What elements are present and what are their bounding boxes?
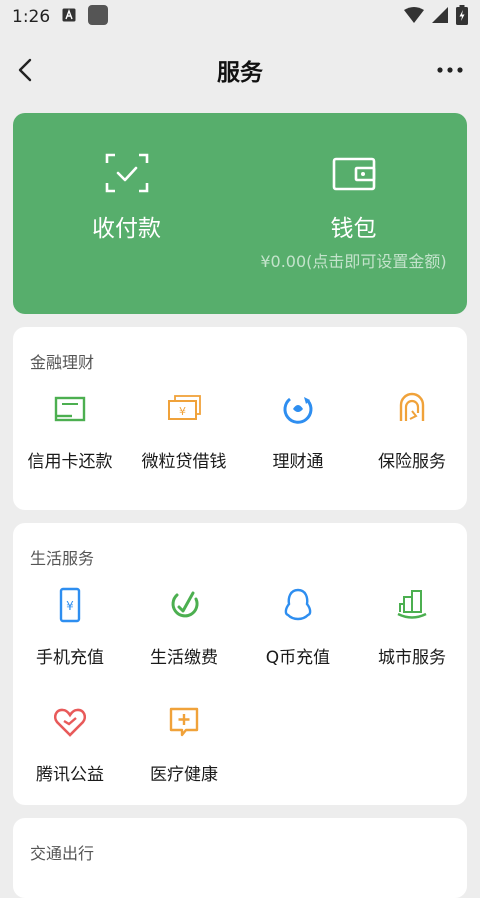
item-label: 医疗健康: [150, 765, 218, 785]
more-button[interactable]: [434, 58, 466, 82]
section-title: 生活服务: [30, 549, 95, 568]
credit-card-icon: [54, 396, 86, 422]
city-services-item[interactable]: 城市服务: [355, 587, 469, 668]
nav-bar: 服务: [0, 34, 480, 106]
item-label: 信用卡还款: [27, 452, 113, 472]
section-title: 金融理财: [30, 353, 95, 372]
section-life-services: 生活服务 ¥ 手机充值 生活缴费 Q币充值 城市服务 腾讯公益 医疗健康: [13, 523, 467, 805]
wallet-label: 钱包: [330, 216, 377, 242]
section-title: 交通出行: [30, 844, 95, 863]
insurance-icon: [399, 392, 425, 421]
item-label: 微粒贷借钱: [141, 452, 227, 472]
mobile-topup-item[interactable]: ¥ 手机充值: [13, 587, 127, 668]
phone-icon: ¥: [59, 587, 81, 623]
item-label: Q币充值: [265, 648, 331, 668]
signal-icon: [432, 6, 448, 28]
item-label: 保险服务: [378, 452, 446, 472]
credit-card-repay-item[interactable]: 信用卡还款: [13, 391, 127, 472]
section-transport: 交通出行: [13, 818, 467, 898]
svg-text:¥: ¥: [179, 405, 186, 418]
status-time: 1:26: [12, 7, 51, 27]
weilidai-loan-item[interactable]: ¥ 微粒贷借钱: [127, 391, 241, 472]
wallet-icon: [332, 157, 375, 191]
section-finance: 金融理财 信用卡还款 ¥ 微粒贷借钱 理财通 保险服务: [13, 327, 467, 510]
qq-penguin-icon: [284, 588, 312, 621]
medical-cross-icon: [169, 707, 199, 737]
more-dots-icon: [437, 67, 463, 73]
utility-bill-icon: [171, 591, 199, 618]
licaitong-icon: [283, 397, 313, 424]
wallet-button[interactable]: 钱包 ¥0.00(点击即可设置金额): [240, 113, 467, 314]
tencent-charity-item[interactable]: 腾讯公益: [13, 704, 127, 785]
licaitong-item[interactable]: 理财通: [241, 391, 355, 472]
receive-pay-label: 收付款: [92, 216, 161, 242]
item-label: 理财通: [272, 452, 324, 472]
page-title: 服务: [217, 60, 263, 86]
item-label: 生活缴费: [150, 648, 218, 668]
scan-check-icon: [105, 153, 148, 193]
item-label: 城市服务: [378, 648, 446, 668]
item-label: 腾讯公益: [36, 765, 104, 785]
battery-icon: [456, 4, 468, 30]
notification-square-icon: [88, 4, 109, 30]
status-bar: 1:26: [0, 0, 480, 34]
city-building-icon: [397, 590, 427, 619]
keyboard-a-icon: [62, 7, 76, 27]
qcoin-topup-item[interactable]: Q币充值: [241, 587, 355, 668]
wifi-icon: [404, 6, 424, 28]
wallet-balance: ¥0.00(点击即可设置金额): [260, 252, 447, 271]
receive-pay-button[interactable]: 收付款: [13, 113, 240, 314]
svg-text:¥: ¥: [66, 599, 74, 613]
banknote-icon: ¥: [168, 395, 201, 420]
chevron-left-icon: [18, 58, 32, 82]
insurance-item[interactable]: 保险服务: [355, 391, 469, 472]
back-button[interactable]: [12, 56, 38, 84]
charity-heart-icon: [53, 708, 87, 737]
item-label: 手机充值: [36, 648, 104, 668]
medical-health-item[interactable]: 医疗健康: [127, 704, 241, 785]
wallet-hero-card: 收付款 钱包 ¥0.00(点击即可设置金额): [13, 113, 467, 314]
utility-bill-item[interactable]: 生活缴费: [127, 587, 241, 668]
